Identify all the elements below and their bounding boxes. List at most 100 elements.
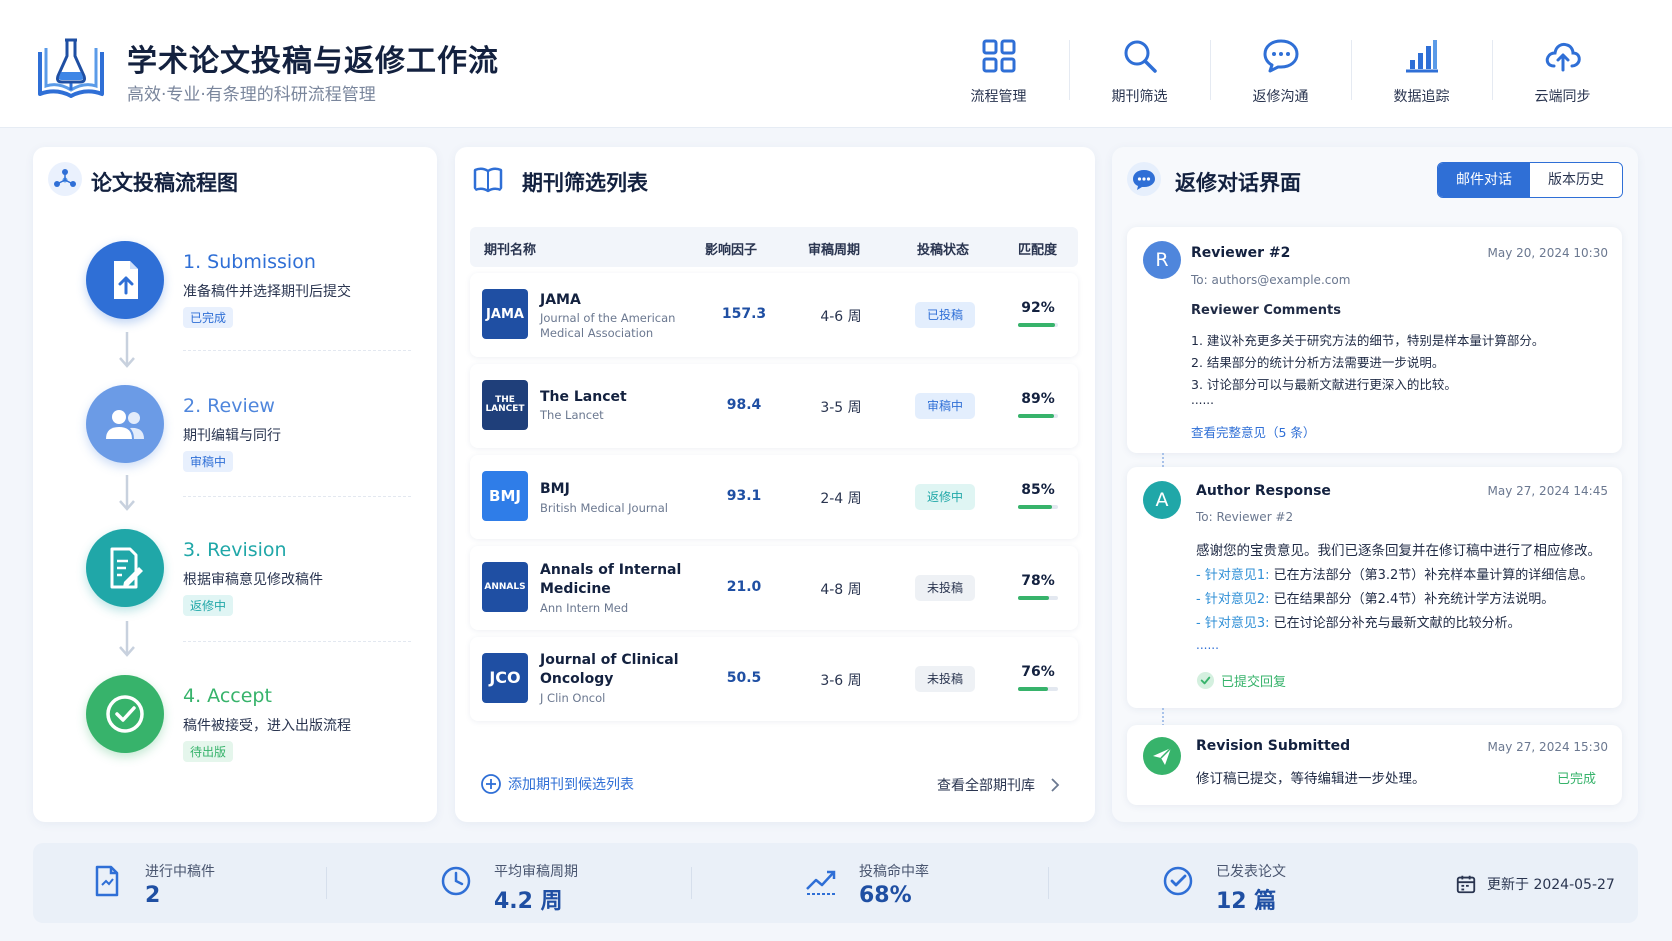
status-badge: 待出版 [183, 741, 234, 762]
flow-step-name: 4. Accept [183, 685, 272, 707]
submitted-reply-status: 已提交回复 [1196, 671, 1286, 690]
nav-journal-filter[interactable]: 期刊筛选 [1069, 30, 1210, 110]
trend-icon [806, 870, 836, 895]
journal-logo: THE LANCET [482, 380, 528, 430]
flow-step-accept[interactable]: 4. Accept 稿件被接受，进入出版流程 待出版 [50, 675, 410, 815]
match-bar-fill [1018, 596, 1050, 600]
plus-circle-icon [481, 774, 501, 794]
review-cycle: 2-4 周 [820, 491, 862, 507]
journal-logo: ANNALS [482, 562, 528, 612]
users-icon [86, 385, 164, 463]
flow-step-submission[interactable]: 1. Submission 准备稿件并选择期刊后提交 已完成 [50, 241, 410, 381]
stat-label: 已发表论文 [1216, 864, 1286, 880]
clock-icon [441, 866, 471, 896]
response-point-tag: - 针对意见3: [1196, 616, 1270, 631]
table-row[interactable]: JCO Journal of Clinical Oncology J Clin … [470, 637, 1078, 721]
book-icon [473, 167, 503, 193]
nav-cloud-sync[interactable]: 云端同步 [1492, 30, 1633, 110]
status-completed: 已完成 [1556, 772, 1596, 787]
divider [691, 867, 692, 899]
review-cycle: 4-6 周 [820, 309, 862, 325]
document-icon [95, 865, 119, 897]
nav-revision-chat[interactable]: 返修沟通 [1210, 30, 1351, 110]
journal-logo: JAMA [482, 289, 528, 339]
last-updated-label: 更新于 2024-05-27 [1487, 877, 1615, 893]
status-badge: 审稿中 [915, 393, 975, 419]
last-updated: 更新于 2024-05-27 [1455, 873, 1615, 895]
cloud-upload-icon [1545, 42, 1581, 72]
status-badge: 未投稿 [915, 666, 975, 692]
review-cycle: 3-6 周 [820, 673, 862, 689]
status-badge: 返修中 [183, 595, 234, 616]
book-flask-logo-icon [38, 38, 104, 98]
review-cycle: 3-5 周 [820, 400, 862, 416]
divider [326, 867, 327, 899]
message-date: May 20, 2024 10:30 [1487, 246, 1608, 260]
journal-fullname: J Clin Oncol [540, 691, 606, 705]
response-point-tag: - 针对意见2: [1196, 592, 1270, 607]
journal-name: Annals of Internal Medicine [540, 562, 682, 597]
stat-label: 投稿命中率 [859, 864, 929, 880]
journal-name: Journal of Clinical Oncology [540, 652, 679, 687]
header: 学术论文投稿与返修工作流 高效·专业·有条理的科研流程管理 流程管理 期刊筛选 [0, 0, 1672, 128]
add-journal-link[interactable]: 添加期刊到候选列表 [480, 773, 634, 795]
flow-card-title: 论文投稿流程图 [91, 171, 238, 195]
tab-email-dialog[interactable]: 邮件对话 [1438, 163, 1530, 197]
arrow-down-icon [119, 621, 135, 657]
chevron-right-icon [1051, 778, 1060, 792]
match-bar [1018, 414, 1058, 418]
journal-fullname: Ann Intern Med [540, 601, 629, 615]
bar-chart-icon [1405, 40, 1438, 73]
table-row[interactable]: ANNALS Annals of Internal Medicine Ann I… [470, 546, 1078, 630]
message-date: May 27, 2024 15:30 [1487, 740, 1608, 754]
flow-step-review[interactable]: 2. Review 期刊编辑与同行 审稿中 [50, 385, 410, 525]
journal-fullname: The Lancet [540, 408, 604, 422]
impact-factor: 50.5 [726, 670, 762, 686]
view-full-comments-link[interactable]: 查看完整意见（5 条） [1191, 422, 1315, 441]
table-row[interactable]: THE LANCET The Lancet The Lancet 98.4 3-… [470, 364, 1078, 448]
response-intro: 感谢您的宝贵意见。我们已逐条回复并在修订稿中进行了相应修改。 [1196, 543, 1601, 559]
status-badge: 返修中 [915, 484, 975, 510]
check-circle-icon [1196, 671, 1215, 690]
view-all-journals-link[interactable]: 查看全部期刊库 [937, 775, 1063, 795]
journal-table-header: 期刊名称 影响因子 审稿周期 投稿状态 匹配度 [470, 227, 1078, 267]
divider [183, 496, 411, 497]
message-sender: Author Response [1196, 483, 1331, 499]
stat-value: 12 篇 [1216, 889, 1277, 914]
nav-flow-management[interactable]: 流程管理 [928, 30, 1069, 110]
tab-version-history[interactable]: 版本历史 [1530, 163, 1622, 197]
app-subtitle: 高效·专业·有条理的科研流程管理 [127, 85, 376, 105]
revision-tabs: 邮件对话 版本历史 [1437, 162, 1623, 198]
flow-step-revision[interactable]: 3. Revision 根据审稿意见修改稿件 返修中 [50, 529, 410, 669]
match-score: 76% [1021, 664, 1055, 680]
match-bar-fill [1018, 323, 1055, 327]
stat-label: 进行中稿件 [145, 864, 215, 880]
send-icon [1143, 737, 1181, 775]
col-header-match: 匹配度 [1018, 243, 1058, 258]
message-date: May 27, 2024 14:45 [1487, 484, 1608, 498]
response-point-text: 已在方法部分（第3.2节）补充样本量计算的详细信息。 [1273, 568, 1594, 583]
journal-name: JAMA [540, 292, 581, 308]
match-bar-fill [1018, 687, 1049, 691]
journal-fullname: Journal of the American Medical Associat… [540, 311, 676, 340]
add-journal-label: 添加期刊到候选列表 [508, 777, 634, 793]
table-row[interactable]: JAMA JAMA Journal of the American Medica… [470, 273, 1078, 357]
journal-card-title: 期刊筛选列表 [522, 171, 648, 195]
nav-data-tracking[interactable]: 数据追踪 [1351, 30, 1492, 110]
impact-factor: 21.0 [726, 579, 762, 595]
journal-logo: JCO [482, 653, 528, 703]
status-badge: 已投稿 [915, 302, 975, 328]
response-point: - 针对意见3: 已在讨论部分补充与最新文献的比较分析。 [1196, 612, 1521, 631]
impact-factor: 93.1 [726, 488, 762, 504]
comment-ellipsis: ...... [1191, 393, 1214, 407]
chat-bubble-icon [1127, 162, 1161, 196]
status-badge: 已完成 [183, 307, 234, 328]
response-ellipsis: ...... [1196, 638, 1219, 652]
table-row[interactable]: BMJ BMJ British Medical Journal 93.1 2-4… [470, 455, 1078, 539]
match-bar [1018, 687, 1058, 691]
reviewer-message: R Reviewer #2 May 20, 2024 10:30 To: aut… [1127, 227, 1622, 453]
flow-step-desc: 准备稿件并选择期刊后提交 [183, 284, 351, 300]
avatar: A [1143, 481, 1181, 519]
view-all-label: 查看全部期刊库 [937, 778, 1035, 794]
submission-text: 修订稿已提交，等待编辑进一步处理。 [1196, 771, 1426, 787]
